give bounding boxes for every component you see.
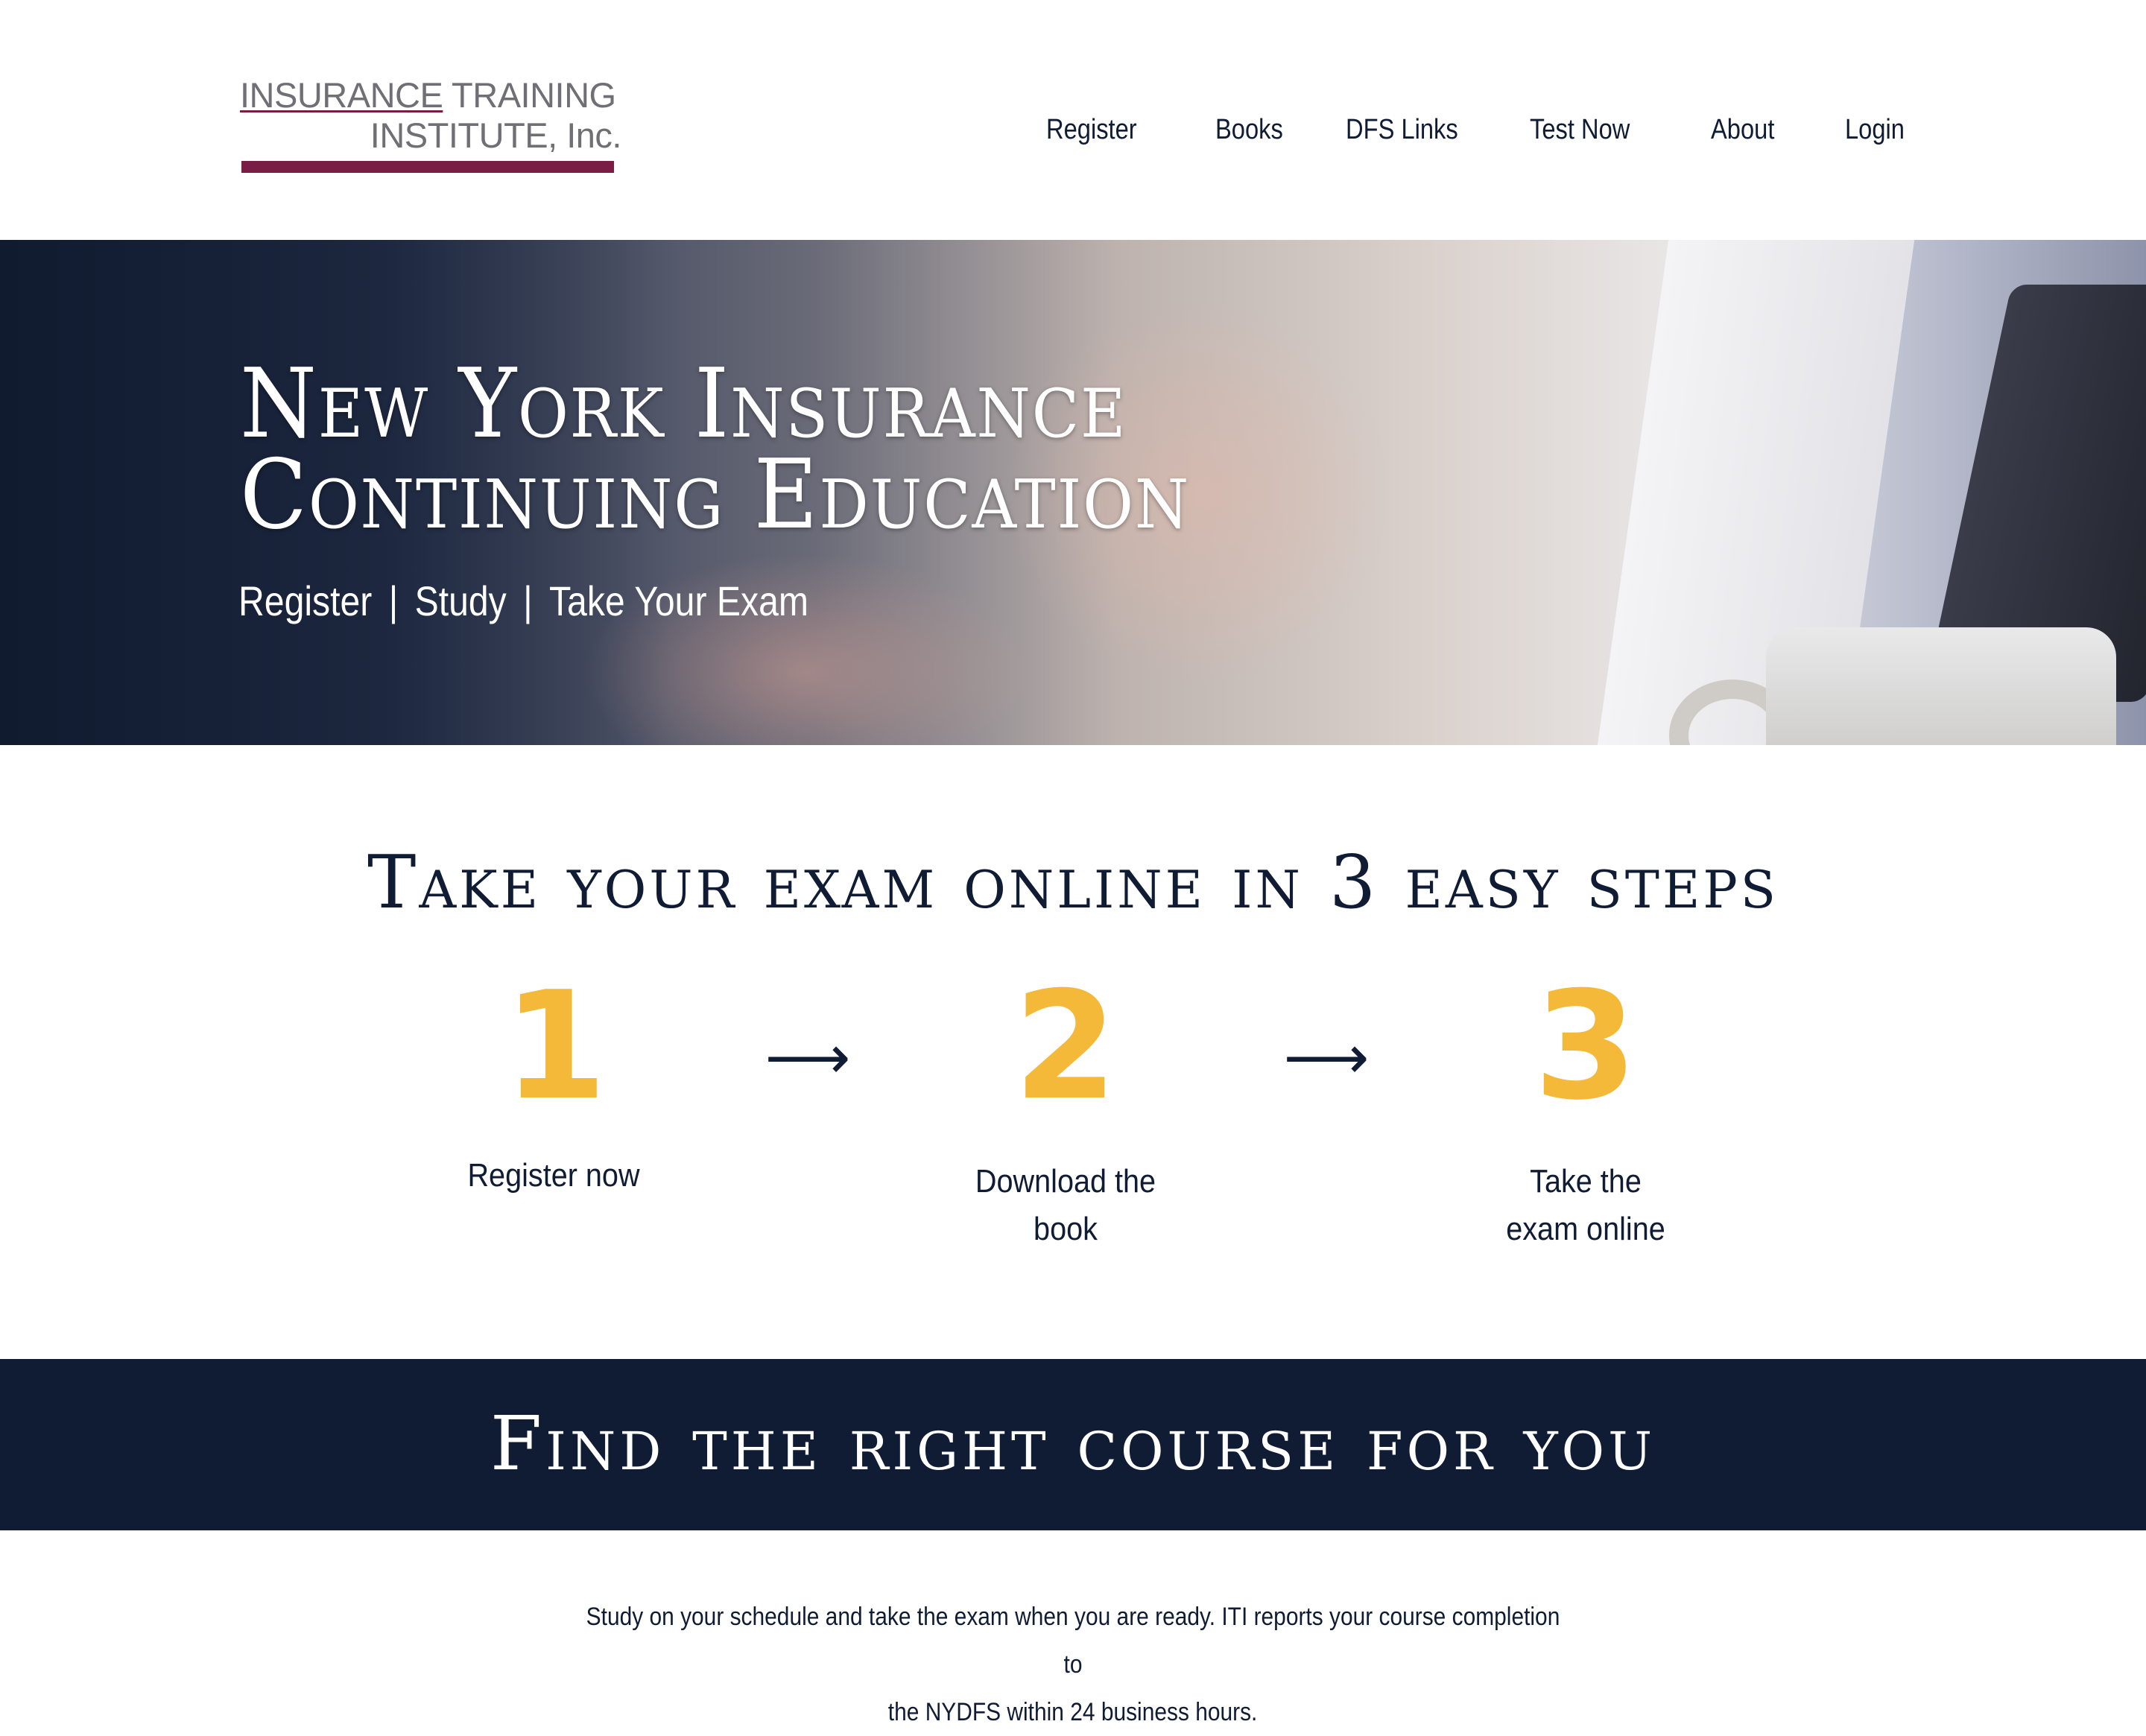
- hero-title-line-2: Continuing Education: [240, 440, 1191, 551]
- arrow-right-icon: ⟶: [765, 1024, 851, 1091]
- hero-sub-links: Register | Study | Take Your Exam: [238, 575, 808, 627]
- logo-word-training: TRAINING: [443, 75, 616, 115]
- info-text: Study on your schedule and take the exam…: [514, 1593, 1632, 1736]
- logo-word-insurance: INSURANCE: [240, 75, 443, 115]
- step-3-number: 3: [1533, 960, 1638, 1133]
- steps-heading: Take your exam online in 3 easy steps: [367, 840, 1779, 925]
- hero-separator: |: [388, 577, 399, 624]
- site-header: INSURANCE TRAINING INSTITUTE, Inc. Regis…: [0, 0, 2146, 240]
- nav-about[interactable]: About: [1711, 109, 1774, 151]
- hero-separator: |: [523, 577, 533, 624]
- hero-link-take-exam[interactable]: Take Your Exam: [549, 577, 808, 624]
- nav-books[interactable]: Books: [1215, 109, 1283, 151]
- nav-register[interactable]: Register: [1046, 109, 1137, 151]
- hero-link-study[interactable]: Study: [415, 577, 507, 624]
- hero-background-cup: [1766, 627, 2116, 745]
- step-1-label[interactable]: Register now: [420, 1152, 688, 1200]
- step-1-number: 1: [503, 960, 607, 1133]
- hero-title-line-1: New York Insurance: [240, 349, 1127, 460]
- nav-dfs-links[interactable]: DFS Links: [1346, 109, 1458, 151]
- site-logo[interactable]: INSURANCE TRAINING INSTITUTE, Inc.: [240, 75, 622, 176]
- course-banner: Find the right course for you: [0, 1359, 2146, 1530]
- hero-banner: New York Insurance Continuing Education …: [0, 240, 2146, 745]
- step-2-label[interactable]: Download the book: [931, 1158, 1200, 1253]
- info-line-2: the NYDFS within 24 business hours.: [888, 1698, 1258, 1726]
- logo-underline-bar: [241, 161, 614, 173]
- nav-test-now[interactable]: Test Now: [1530, 109, 1630, 151]
- hero-title: New York Insurance Continuing Education: [240, 349, 1191, 551]
- step-2-number: 2: [1013, 960, 1118, 1133]
- info-line-1: Study on your schedule and take the exam…: [586, 1603, 1560, 1679]
- step-3-label[interactable]: Take the exam online: [1452, 1158, 1720, 1253]
- arrow-right-icon: ⟶: [1283, 1024, 1370, 1091]
- hero-link-register[interactable]: Register: [238, 577, 372, 624]
- course-banner-title: Find the right course for you: [490, 1400, 1656, 1487]
- logo-line-1: INSURANCE TRAINING: [240, 75, 616, 116]
- nav-login[interactable]: Login: [1845, 109, 1905, 151]
- logo-line-2: INSTITUTE, Inc.: [370, 115, 622, 155]
